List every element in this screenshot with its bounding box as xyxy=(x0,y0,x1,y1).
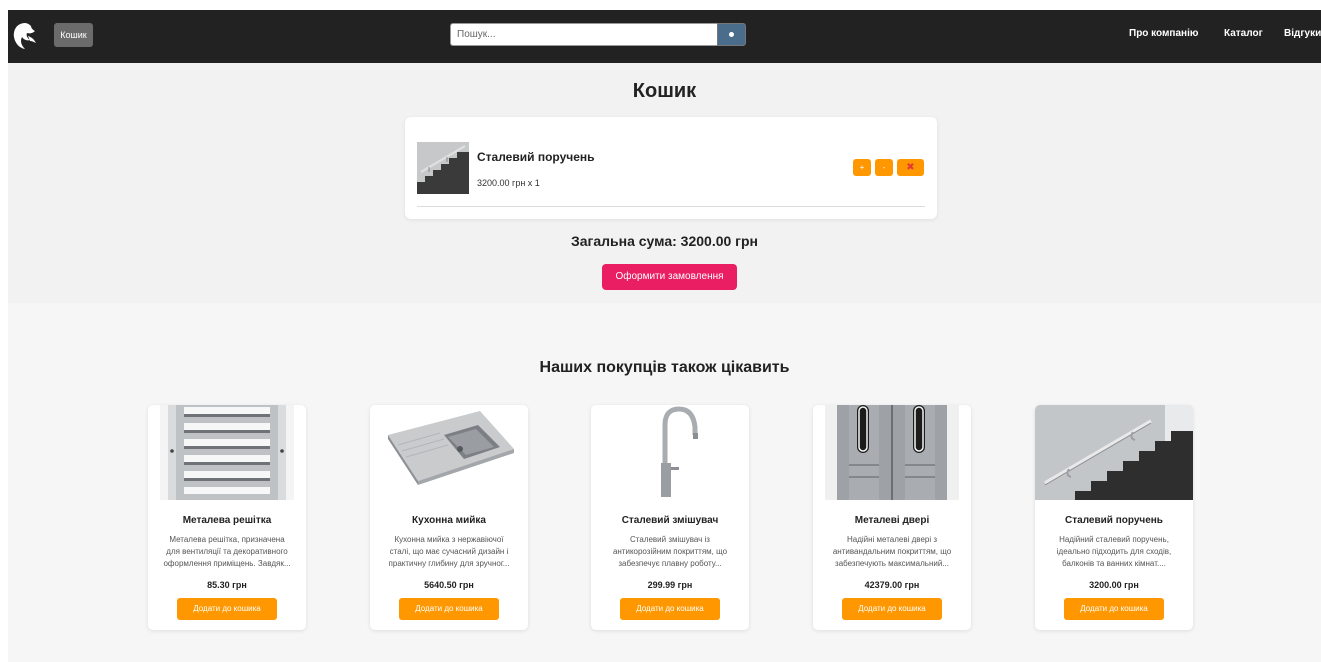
product-price: 85.30 грн xyxy=(207,580,247,590)
product-price: 42379.00 грн xyxy=(864,580,920,590)
product-image xyxy=(1035,405,1193,500)
nav-catalog[interactable]: Каталог xyxy=(1224,28,1263,39)
cart-item-name: Сталевий поручень xyxy=(477,150,595,164)
add-to-cart-button[interactable]: Додати до кошика xyxy=(1064,598,1164,620)
add-to-cart-button[interactable]: Додати до кошика xyxy=(620,598,720,620)
product-name: Металева решітка xyxy=(182,515,272,526)
search-icon xyxy=(729,32,734,37)
product-card: Металеві двері Надійні металеві двері з … xyxy=(813,405,971,630)
page: Кошик Про компанію Каталог Відгуки Кошик… xyxy=(8,10,1321,662)
nav-about[interactable]: Про компанію xyxy=(1129,28,1198,39)
remove-item-button[interactable]: ✖ xyxy=(897,159,924,176)
increase-quantity-button[interactable]: + xyxy=(853,159,871,176)
product-image xyxy=(825,405,959,500)
recommendations-title: Наших покупців також цікавить xyxy=(539,359,790,376)
product-price: 299.99 грн xyxy=(647,580,693,590)
product-description: Надійний сталевий поручень, ідеально під… xyxy=(1056,535,1172,568)
logo-icon[interactable] xyxy=(12,22,38,50)
divider xyxy=(417,206,925,207)
product-image xyxy=(603,405,737,500)
cart-button[interactable]: Кошик xyxy=(54,23,93,47)
top-navbar: Кошик Про компанію Каталог Відгуки xyxy=(8,10,1321,63)
decrease-quantity-button[interactable]: - xyxy=(875,159,893,176)
cart-item-price: 3200.00 грн x 1 xyxy=(477,178,540,188)
product-description: Кухонна мийка з нержавіючої сталі, що ма… xyxy=(388,535,510,568)
product-description: Надійні металеві двері з антивандальним … xyxy=(832,535,952,568)
cart-item: Сталевий поручень 3200.00 грн x 1 + - ✖ xyxy=(405,117,937,219)
add-to-cart-button[interactable]: Додати до кошика xyxy=(399,598,499,620)
product-name: Кухонна мийка xyxy=(412,515,486,526)
product-name: Металеві двері xyxy=(854,515,930,526)
cart-total: Загальна сума: 3200.00 грн xyxy=(570,233,759,249)
cart-item-image xyxy=(417,142,469,194)
product-price: 5640.50 грн xyxy=(424,580,474,590)
product-card: Сталевий змішувач Сталевий змішувач із а… xyxy=(591,405,749,630)
checkout-button[interactable]: Оформити замовлення xyxy=(602,264,737,290)
product-description: Сталевий змішувач із антикорозійним покр… xyxy=(612,535,728,568)
product-description: Металева решітка, призначена для вентиля… xyxy=(163,535,291,568)
product-card: Кухонна мийка Кухонна мийка з нержавіючо… xyxy=(370,405,528,630)
search-button[interactable] xyxy=(717,23,746,46)
product-image xyxy=(382,405,516,500)
product-card: Металева решітка Металева решітка, призн… xyxy=(148,405,306,630)
product-price: 3200.00 грн xyxy=(1089,580,1139,590)
search-bar xyxy=(450,23,746,48)
search-input[interactable] xyxy=(450,23,718,46)
add-to-cart-button[interactable]: Додати до кошика xyxy=(177,598,277,620)
add-to-cart-button[interactable]: Додати до кошика xyxy=(842,598,942,620)
product-card: Сталевий поручень Надійний сталевий пору… xyxy=(1035,405,1193,630)
product-image xyxy=(160,405,294,500)
cart-title: Кошик xyxy=(632,80,697,102)
nav-reviews[interactable]: Відгуки xyxy=(1284,28,1321,39)
product-name: Сталевий змішувач xyxy=(621,515,719,526)
product-name: Сталевий поручень xyxy=(1065,515,1163,526)
